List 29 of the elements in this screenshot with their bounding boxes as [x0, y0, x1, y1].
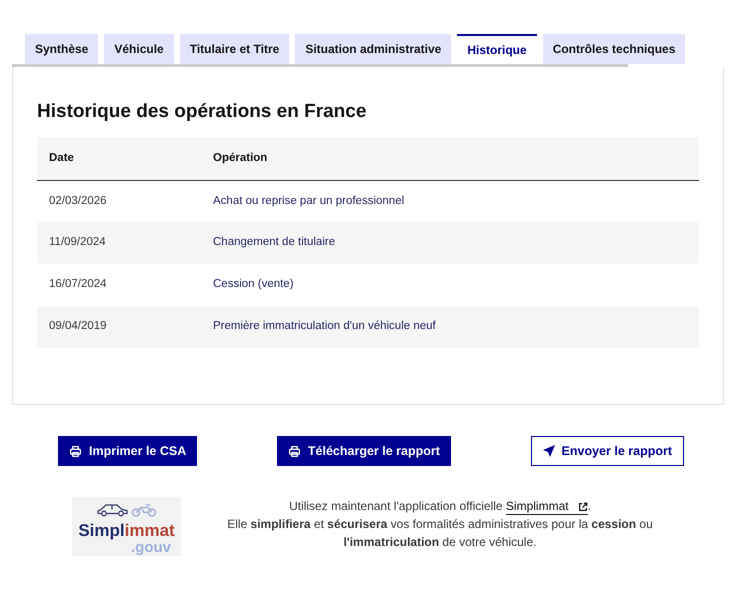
logo-wordmark: Simplimmat [78, 521, 175, 540]
table-cell: 09/04/2019 [37, 306, 201, 348]
tab[interactable]: Véhicule [104, 34, 174, 64]
logo-domain: .gouv [131, 540, 171, 555]
table-cell: Changement de titulaire [201, 222, 699, 264]
simplimmat-link[interactable]: Simplimmat [506, 499, 588, 515]
tab[interactable]: Synthèse [25, 34, 98, 64]
motorcycle-icon [131, 503, 157, 517]
table-cell: 02/03/2026 [37, 180, 201, 222]
external-link-icon [578, 502, 588, 512]
tab[interactable]: Titulaire et Titre [180, 34, 290, 64]
column-header: Date [37, 137, 201, 180]
section-title: Historique des opérations en France [37, 100, 368, 124]
table-cell: Cession (vente) [201, 264, 699, 306]
promo-text: Utilisez maintenant l'application officielle Simplimmat . Elle simplifiera et sécurisera vos formalités administratives pour la cession ou l'immatriculation de votre véhicule. [226, 498, 654, 551]
printer-icon [69, 444, 82, 458]
send-icon [542, 445, 555, 457]
car-icon [96, 503, 130, 517]
printer-icon [288, 444, 301, 458]
action-button[interactable]: Imprimer le CSA [58, 436, 198, 466]
tab[interactable]: Contrôles techniques [542, 34, 686, 64]
table-cell: 11/09/2024 [37, 222, 201, 264]
tab[interactable]: Situation administrative [295, 34, 452, 64]
table-cell: Première immatriculation d'un véhicule neuf [201, 306, 699, 348]
table-cell: Achat ou reprise par un professionnel [201, 180, 699, 222]
column-header: Opération [201, 137, 699, 180]
table-cell: 16/07/2024 [37, 264, 201, 306]
send-button[interactable]: Envoyer le rapport [530, 436, 684, 466]
action-button[interactable]: Télécharger le rapport [276, 436, 451, 466]
